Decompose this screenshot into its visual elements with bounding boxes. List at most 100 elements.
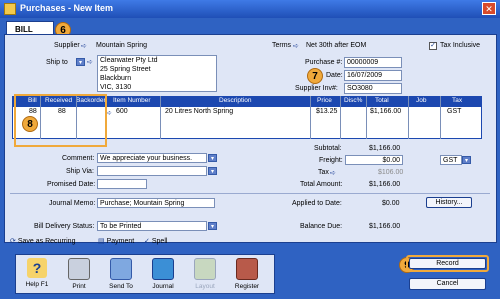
cell-item-number[interactable]: 600 [116,108,128,115]
step-badge-7: 7 [307,68,323,84]
col-divider [160,96,161,139]
applied-label: Applied to Date: [292,200,342,207]
ship-via-field[interactable] [97,166,207,176]
title-bar: Purchases - New Item ✕ [0,0,500,18]
cell-total[interactable]: $1,166.00 [370,108,401,115]
journal-icon [152,258,174,280]
send-to-label: Send To [109,283,133,290]
help-label: Help F1 [25,281,49,288]
journal-memo-field[interactable]: Purchase; Mountain Spring [97,198,215,208]
tax-inclusive-label: Tax Inclusive [440,42,481,49]
register-label: Register [234,283,260,290]
tax-label: Tax [318,169,329,176]
comment-field[interactable]: We appreciate your business. [97,153,207,163]
subtotal-label: Subtotal: [314,145,342,152]
spell-button[interactable]: ✓ Spell [144,235,167,247]
promised-date-label: Promised Date: [47,181,96,188]
cell-description[interactable]: 20 Litres North Spring [165,108,233,115]
divider [10,193,490,194]
layout-label: Layout [195,283,215,290]
save-as-recurring-button[interactable]: ⟳ Save as Recurring [10,235,75,247]
payment-label: Payment [106,237,135,245]
ship-to-line-2: 25 Spring Street [100,66,151,73]
col-tax: Tax [452,97,463,104]
journal-memo-label: Journal Memo: [49,200,96,207]
freight-field[interactable]: $0.00 [345,155,403,165]
col-divider [408,96,409,139]
col-item-number: Item Number [113,97,151,104]
close-icon[interactable]: ✕ [482,2,496,15]
total-amount-value: $1,166.00 [369,181,401,188]
app-icon [4,3,16,15]
ship-to-address[interactable]: Clearwater Pty Ltd 25 Spring Street Blac… [97,55,217,92]
ship-to-line-4: VIC, 3130 [100,84,132,91]
comment-label: Comment: [62,155,95,162]
ship-to-dropdown-icon[interactable]: ▾ [76,58,85,66]
send-to-button[interactable]: Send To [102,257,140,293]
col-job: Job [416,97,427,104]
col-divider [366,96,367,139]
balance-due-value: $1,166.00 [369,223,401,230]
recurring-icon: ⟳ [10,238,16,245]
ship-to-line-3: Blackburn [100,75,132,82]
supplier-label: Supplier [54,42,80,49]
ship-to-line-1: Clearwater Pty Ltd [100,57,158,64]
freight-tax-dropdown-icon[interactable]: ▾ [462,156,471,164]
col-disc: Disc% [344,97,363,104]
ship-via-dropdown-icon[interactable]: ▾ [208,167,217,175]
cell-price[interactable]: $13.25 [316,108,337,115]
tax-arrow-icon[interactable]: ➪ [330,169,336,177]
supplier-name[interactable]: Mountain Spring [96,42,147,49]
ship-to-label: Ship to [46,59,68,66]
col-description: Description [219,97,252,104]
payment-button[interactable]: ▤ Payment [98,235,134,247]
purchases-window: Purchases - New Item ✕ BILL 6 Supplier ➪… [0,0,500,299]
date-field[interactable]: 16/07/2009 [344,70,402,81]
balance-due-label: Balance Due: [300,223,343,230]
spell-check-icon: ✓ [144,238,150,245]
save-as-recurring-label: Save as Recurring [17,237,76,245]
cancel-button[interactable]: Cancel [409,278,486,290]
journal-label: Journal [152,283,174,290]
delivery-status-select[interactable]: To be Printed [97,221,207,231]
record-button[interactable]: Record [409,258,486,269]
col-divider [340,96,341,139]
comment-dropdown-icon[interactable]: ▾ [208,154,217,162]
bottom-toolbar: ? Help F1 Print Send To Journal Layout R… [15,254,275,294]
register-icon [236,258,258,280]
tax-value: $106.00 [378,169,404,176]
journal-button[interactable]: Journal [144,257,182,293]
layout-icon [194,258,216,280]
col-total: Total [375,97,389,104]
promised-date-field[interactable] [97,179,147,189]
help-button[interactable]: ? Help F1 [18,257,56,293]
ship-via-label: Ship Via: [66,168,94,175]
col-divider [440,96,441,139]
supplier-inv-field[interactable]: SO3080 [344,83,402,94]
supplier-inv-label: Supplier Inv#: [295,85,338,92]
tax-inclusive-checkbox[interactable]: ✓ [429,42,437,50]
window-title: Purchases - New Item [20,3,114,13]
purchase-no-field[interactable]: 00000009 [344,57,402,68]
applied-value: $0.00 [382,200,400,207]
delivery-dropdown-icon[interactable]: ▾ [208,222,217,230]
print-button[interactable]: Print [60,257,98,293]
terms-arrow-icon[interactable]: ➪ [293,42,299,50]
spell-label: Spell [151,237,168,245]
freight-tax-code[interactable]: GST [440,155,462,165]
layout-button[interactable]: Layout [186,257,224,293]
supplier-arrow-icon[interactable]: ➪ [81,42,87,50]
history-button[interactable]: History... [426,197,472,208]
purchase-no-label: Purchase #: [305,59,343,66]
terms-label: Terms [272,42,292,49]
subtotal-value: $1,166.00 [369,145,401,152]
col-divider [310,96,311,139]
register-button[interactable]: Register [228,257,266,293]
print-label: Print [72,283,86,290]
cell-tax[interactable]: GST [447,108,461,115]
payment-icon: ▤ [98,238,105,245]
ship-to-arrow-icon[interactable]: ➪ [87,58,93,66]
freight-label: Freight: [319,157,343,164]
printer-icon [68,258,90,280]
help-icon: ? [27,258,47,278]
